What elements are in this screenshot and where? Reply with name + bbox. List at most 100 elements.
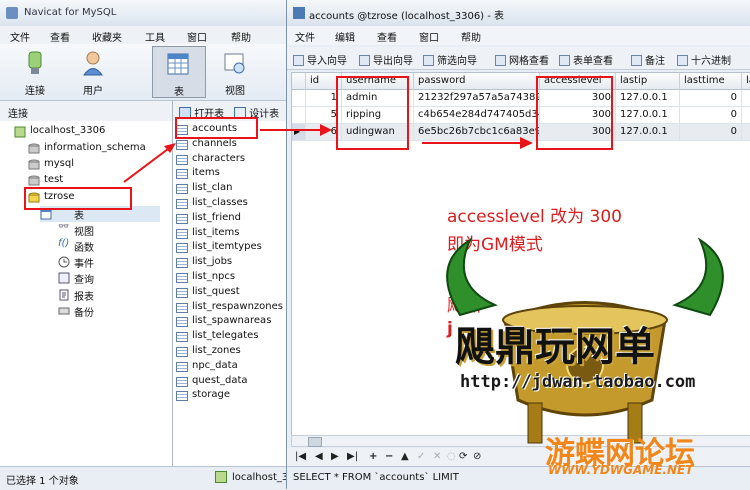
import-icon (293, 55, 304, 66)
menu-favorites[interactable]: 收藏夹 (92, 29, 122, 44)
table-icon (176, 154, 188, 165)
view-button[interactable]: 视图 (210, 46, 260, 98)
watermark-url: http://jdwan.taobao.com (460, 372, 696, 392)
export-wizard-button[interactable]: 导出向导 (359, 52, 413, 67)
cell-password[interactable]: c4b654e284d747405d344 (414, 107, 540, 124)
memo-button[interactable]: 备注 (631, 52, 665, 67)
menu-window[interactable]: 窗口 (187, 29, 207, 44)
cell-more[interactable] (742, 107, 750, 124)
query-icon (58, 272, 70, 284)
navicat-logo-icon (6, 7, 18, 19)
import-wizard-button[interactable]: 导入向导 (293, 52, 347, 67)
database-icon (28, 175, 40, 186)
table-icon (176, 287, 188, 298)
last-record-icon[interactable]: ▶| (347, 451, 358, 462)
title-bar: accounts @tzrose (localhost_3306) - 表 (287, 0, 750, 26)
add-record-icon[interactable]: + (369, 451, 377, 462)
cell-password[interactable]: 21232f297a57a5a743894a (414, 90, 540, 107)
status-connection: localhost_3 (232, 472, 289, 483)
hex-button[interactable]: 十六进制 (677, 52, 731, 67)
cell-lasttime[interactable]: 0 (680, 90, 742, 107)
menu-view[interactable]: 查看 (50, 29, 70, 44)
menu-help[interactable]: 帮助 (231, 29, 251, 44)
cell-lasttime[interactable]: 0 (680, 124, 742, 141)
table-icon (176, 213, 188, 224)
menu-view[interactable]: 查看 (377, 29, 397, 44)
plug-icon (28, 51, 42, 74)
row-selector-header (292, 73, 306, 90)
cell-lastip[interactable]: 127.0.0.1 (616, 90, 680, 107)
database-icon (28, 143, 40, 154)
main-toolbar: 连接 用户 表 视图 (0, 44, 290, 101)
grid-view-button[interactable]: 网格查看 (495, 52, 549, 67)
table-list-pane: 打开表 设计表 accounts channels characters items l… (173, 101, 289, 466)
navicat-main-window: Navicat for MySQL 文件 查看 收藏夹 工具 窗口 帮助 连接 … (0, 0, 291, 490)
report-icon (59, 289, 69, 301)
row-selector[interactable] (292, 107, 306, 124)
column-header-more[interactable]: la (742, 73, 750, 90)
table-icon (176, 376, 188, 387)
table-button[interactable]: 表 (152, 46, 206, 98)
connection-header: 连接 (0, 101, 172, 121)
user-button[interactable]: 用户 (68, 46, 118, 98)
table-icon (176, 184, 188, 195)
table-toolbar: 导入向导 导出向导 筛选向导 网格查看 表单查看 备注 十六进制 (287, 47, 750, 70)
next-record-icon[interactable]: ▶ (331, 451, 339, 462)
menu-file[interactable]: 文件 (10, 29, 30, 44)
menu-bar: 文件 编辑 查看 窗口 帮助 (287, 26, 750, 45)
table-icon (176, 169, 188, 180)
table-icon (167, 53, 189, 75)
cell-more[interactable] (742, 124, 750, 141)
connection-status-icon (215, 471, 227, 483)
menu-file[interactable]: 文件 (295, 29, 315, 44)
first-record-icon[interactable]: |◀ (295, 451, 306, 462)
column-header-password[interactable]: password (414, 73, 540, 90)
view-icon: 👓 (58, 222, 70, 232)
watermark-brand: 飓鼎玩网单 (455, 324, 655, 370)
scrollbar-thumb[interactable] (308, 437, 322, 447)
highlight-accounts-table (175, 117, 258, 139)
status-selection: 已选择 1 个对象 (6, 476, 79, 487)
user-icon (83, 51, 103, 76)
previous-record-icon[interactable]: ◀ (315, 451, 323, 462)
table-icon (176, 199, 188, 209)
menu-help[interactable]: 帮助 (461, 29, 481, 44)
title-bar: Navicat for MySQL (0, 0, 290, 26)
form-view-button[interactable]: 表单查看 (559, 52, 613, 67)
row-selector-current[interactable]: ▶ (292, 124, 306, 141)
menu-window[interactable]: 窗口 (419, 29, 439, 44)
menu-tools[interactable]: 工具 (145, 29, 165, 44)
table-icon (176, 139, 188, 150)
table-window-icon (293, 7, 305, 19)
cell-more[interactable] (742, 90, 750, 107)
connect-button[interactable]: 连接 (10, 46, 60, 98)
delete-record-icon[interactable]: − (385, 451, 393, 462)
window-title: Navicat for MySQL (24, 7, 117, 18)
menu-edit[interactable]: 编辑 (335, 29, 355, 44)
hex-icon (677, 55, 688, 66)
table-icon (176, 228, 188, 239)
cell-lastip[interactable]: 127.0.0.1 (616, 107, 680, 124)
database-icon (28, 159, 40, 170)
table-icon (176, 317, 188, 328)
cell-password[interactable]: 6e5bc26b7cbc1c6a83e97 (414, 124, 540, 141)
move-up-icon[interactable]: ▲ (401, 451, 409, 462)
form-icon (559, 55, 570, 66)
filter-wizard-button[interactable]: 筛选向导 (423, 52, 477, 67)
connection-tree-pane: 连接 localhost_3306 information_schema mys… (0, 101, 173, 466)
cell-lastip[interactable]: 127.0.0.1 (616, 124, 680, 141)
menu-bar: 文件 查看 收藏夹 工具 窗口 帮助 (0, 26, 290, 44)
column-header-lastip[interactable]: lastip (616, 73, 680, 90)
filter-icon (423, 55, 434, 66)
grid-icon (495, 55, 506, 66)
row-selector[interactable] (292, 90, 306, 107)
highlight-tzrose-db (24, 187, 132, 210)
table-icon (176, 332, 188, 343)
highlight-accesslevel-column (536, 76, 613, 150)
cell-lasttime[interactable]: 0 (680, 107, 742, 124)
column-header-lasttime[interactable]: lasttime (680, 73, 742, 90)
export-icon (359, 55, 370, 66)
memo-icon (631, 55, 642, 66)
connection-icon (14, 126, 26, 138)
current-row-arrow-icon: ▶ (294, 127, 301, 136)
